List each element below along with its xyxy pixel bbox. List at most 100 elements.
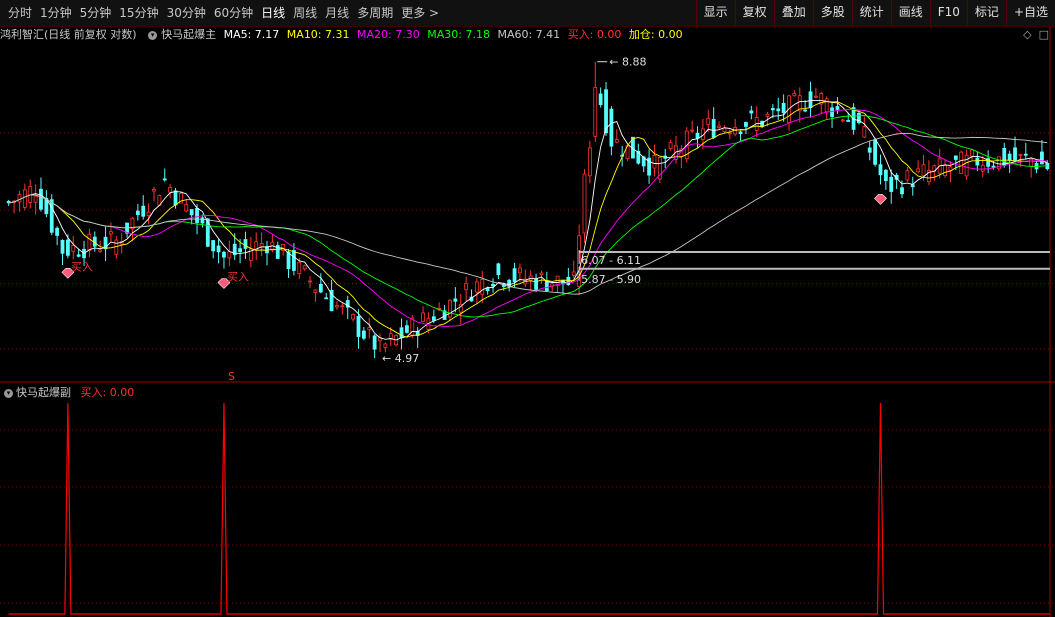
candle-body-56 — [308, 280, 312, 283]
candle-body-8 — [49, 199, 54, 233]
candle-body-24 — [135, 210, 140, 216]
candle-body-136 — [738, 131, 743, 135]
zone-label-0: 6.07 - 6.11 — [581, 254, 641, 267]
candle-body-150 — [814, 95, 818, 98]
candle-body-98 — [534, 278, 538, 290]
candle-body-41 — [227, 251, 232, 259]
sub-buy-line — [8, 402, 1050, 615]
s-marker: S — [228, 370, 235, 383]
sub-indicator — [8, 402, 1050, 615]
candle-body-155 — [840, 119, 845, 122]
candle-body-133 — [722, 127, 727, 132]
candle-body-39 — [216, 245, 221, 253]
candle-body-127 — [690, 129, 695, 132]
candle-body-153 — [830, 107, 834, 117]
candle-body-141 — [765, 113, 770, 117]
candle-body-36 — [200, 217, 205, 224]
candle-body-176 — [953, 155, 958, 160]
candle-body-87 — [474, 281, 479, 293]
candle-body-190 — [1029, 158, 1034, 168]
candle-body-144 — [781, 102, 786, 114]
candle-body-161 — [873, 139, 878, 165]
candle-body-99 — [539, 272, 544, 276]
candle-body-70 — [383, 343, 388, 348]
candle-body-59 — [324, 297, 329, 300]
candle-body-79 — [431, 316, 436, 321]
candle-body-146 — [792, 93, 797, 97]
candle-body-27 — [152, 189, 156, 192]
candle-body-19 — [109, 231, 113, 235]
candle-body-94 — [512, 268, 517, 283]
candle-body-5 — [33, 195, 38, 203]
candle-body-128 — [695, 132, 700, 139]
candle-body-143 — [776, 108, 781, 112]
candle-body-90 — [491, 283, 495, 287]
candle-body-55 — [302, 265, 307, 270]
candle-body-175 — [948, 166, 953, 171]
candle-body-149 — [808, 91, 813, 108]
candle-body-12 — [71, 244, 76, 252]
candle-body-167 — [905, 170, 910, 181]
candle-body-186 — [1007, 153, 1012, 161]
candle-body-154 — [835, 106, 840, 110]
candle-body-168 — [910, 184, 915, 188]
candle-body-183 — [991, 165, 996, 168]
candle-body-187 — [1013, 147, 1017, 161]
candle-body-163 — [883, 169, 888, 181]
diamond-icon — [874, 194, 887, 205]
candle-body-61 — [335, 305, 339, 308]
buy-signal-label: 买入 — [71, 260, 93, 273]
candle-body-83 — [453, 298, 458, 302]
candle-body-53 — [292, 250, 296, 271]
candle-body-35 — [195, 207, 199, 223]
candle-body-44 — [243, 239, 248, 249]
candle-body-82 — [448, 299, 452, 318]
candle-body-156 — [846, 120, 851, 122]
candle-body-109 — [593, 87, 598, 137]
candle-body-3 — [22, 189, 27, 208]
ma20-line — [8, 108, 1048, 327]
candle-body-180 — [975, 157, 980, 166]
candle-body-142 — [770, 108, 775, 111]
candle-body-174 — [943, 164, 947, 176]
candle-body-31 — [173, 190, 178, 206]
candle-body-40 — [222, 251, 226, 258]
high-price-label: ← 8.88 — [609, 56, 646, 69]
ma-lines — [8, 100, 1048, 341]
candle-body-74 — [405, 325, 409, 333]
candle-body-166 — [900, 187, 904, 195]
ma10-line — [8, 101, 1048, 338]
candle-body-62 — [340, 305, 345, 308]
candle-body-148 — [803, 109, 808, 112]
candle-body-95 — [518, 267, 522, 274]
candle-body-67 — [367, 327, 372, 331]
candle-body-105 — [571, 271, 576, 276]
candle-body-100 — [544, 280, 549, 292]
candle-body-43 — [238, 248, 242, 253]
candle-body-111 — [604, 89, 608, 134]
candle-body-169 — [916, 168, 921, 173]
candle-body-110 — [598, 93, 603, 105]
candle-body-130 — [706, 117, 711, 125]
candle-body-91 — [496, 263, 501, 276]
chart-grid — [0, 27, 1055, 617]
candle-body-132 — [717, 125, 721, 128]
candle-body-192 — [1040, 151, 1044, 165]
candle-body-162 — [878, 164, 883, 176]
candle-body-131 — [711, 119, 716, 138]
candle-body-120 — [652, 155, 657, 169]
candle-body-179 — [970, 149, 974, 157]
candle-body-17 — [98, 249, 103, 252]
candle-body-64 — [351, 314, 356, 320]
candle-body-68 — [372, 335, 377, 350]
candle-body-140 — [760, 120, 764, 127]
candle-body-26 — [146, 211, 151, 216]
buy-signal-label: 买入 — [227, 271, 249, 284]
low-price-label: ← 4.97 — [382, 352, 419, 365]
ma30-line — [8, 115, 1048, 318]
candle-body-88 — [480, 278, 485, 295]
candle-body-159 — [862, 126, 867, 138]
candle-body-11 — [65, 239, 70, 256]
kline-chart[interactable]: ← 8.88← 4.976.07 - 6.115.87 - 5.90买入买入S — [0, 0, 1055, 617]
ma5-line — [8, 100, 1048, 341]
